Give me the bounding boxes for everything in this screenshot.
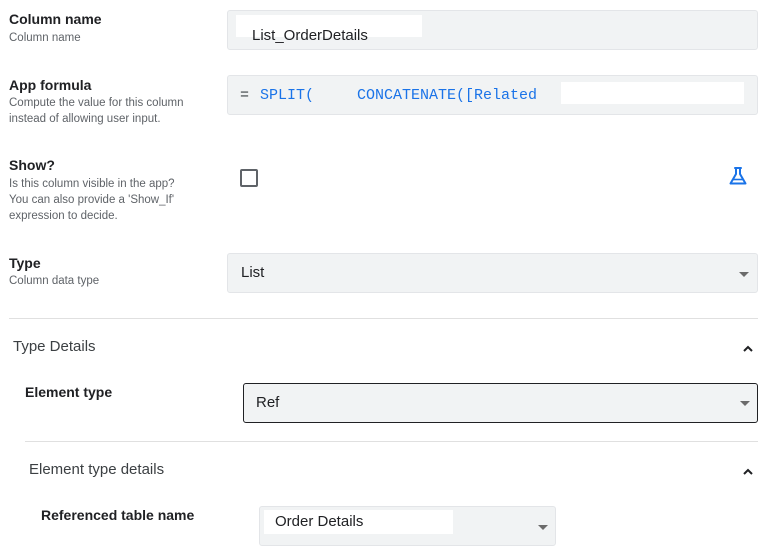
column-name-title: Column name <box>9 11 102 27</box>
element-type-details-header[interactable]: Element type details <box>29 461 164 478</box>
divider <box>25 441 758 442</box>
type-selected-value: List <box>241 264 265 281</box>
show-description-3: expression to decide. <box>9 210 118 222</box>
chevron-up-icon[interactable] <box>741 341 755 352</box>
formula-equals: = <box>240 87 250 104</box>
app-formula-input[interactable]: = SPLIT( CONCATENATE([Related <box>227 75 758 115</box>
chevron-down-icon <box>739 272 749 277</box>
column-name-description: Column name <box>9 32 81 44</box>
show-description-1: Is this column visible in the app? <box>9 178 175 190</box>
formula-concatenate: CONCATENATE([Related <box>357 87 538 104</box>
formula-split: SPLIT( <box>260 87 315 104</box>
redaction-mask <box>561 82 744 104</box>
show-title: Show? <box>9 157 55 173</box>
element-type-label: Element type <box>25 384 113 400</box>
app-formula-description-2: instead of allowing user input. <box>9 113 161 125</box>
column-name-input[interactable]: List_OrderDetails <box>227 10 758 50</box>
show-description-2: You can also provide a 'Show_If' <box>9 194 175 206</box>
element-type-select[interactable]: Ref <box>243 383 758 423</box>
divider <box>9 318 758 319</box>
chevron-down-icon <box>538 525 548 530</box>
type-details-header[interactable]: Type Details <box>13 338 96 355</box>
type-title: Type <box>9 255 41 271</box>
column-name-value: List_OrderDetails <box>252 27 368 44</box>
chevron-up-icon[interactable] <box>741 464 755 475</box>
element-type-selected-value: Ref <box>256 394 280 411</box>
referenced-table-label: Referenced table name <box>41 507 195 523</box>
type-description: Column data type <box>9 275 100 287</box>
app-formula-title: App formula <box>9 77 92 93</box>
type-select[interactable]: List <box>227 253 758 293</box>
referenced-table-select[interactable]: Order Details <box>259 506 556 546</box>
flask-icon[interactable] <box>727 165 749 187</box>
app-formula-description-1: Compute the value for this column <box>9 97 184 109</box>
chevron-down-icon <box>740 401 750 406</box>
show-checkbox[interactable] <box>240 169 258 187</box>
referenced-table-selected-value: Order Details <box>275 513 364 530</box>
